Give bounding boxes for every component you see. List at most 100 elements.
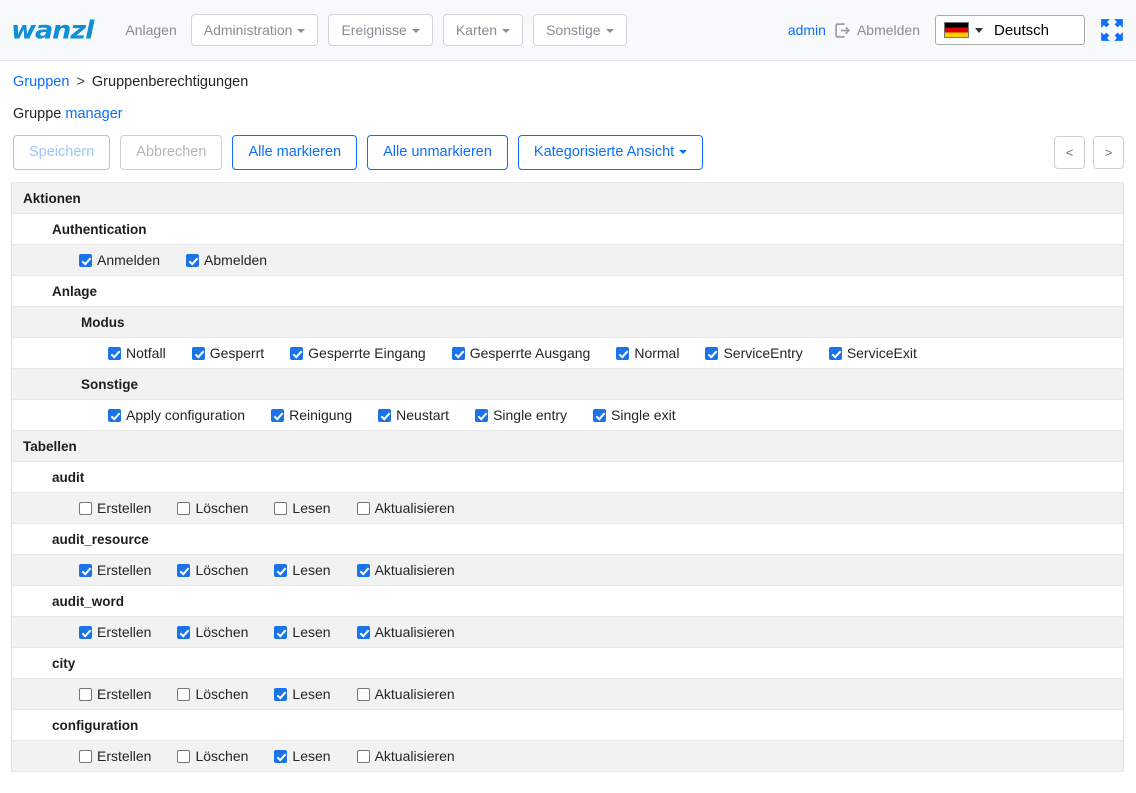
checkbox-label: Apply configuration (126, 407, 246, 424)
checkbox-checked-icon[interactable] (274, 749, 288, 763)
checkbox-item[interactable]: Notfall (108, 345, 166, 361)
checkbox-checked-icon[interactable] (274, 687, 288, 701)
permission-row: Apply configuration Reinigung Neustart Sing… (12, 400, 1123, 432)
checkbox-checked-icon[interactable] (616, 346, 630, 360)
checkbox-item[interactable]: Erstellen (79, 562, 151, 578)
checkbox-label: Löschen (195, 748, 249, 765)
checkbox-item[interactable]: Single exit (593, 407, 676, 423)
nav-link-anlagen[interactable]: Anlagen (115, 16, 186, 44)
checkbox-checked-icon[interactable] (356, 625, 370, 639)
checkbox-item[interactable]: Apply configuration (108, 407, 245, 423)
checkbox-item[interactable]: Abmelden (186, 252, 267, 268)
nav-menu-sonstige[interactable]: Sonstige (533, 13, 627, 47)
checkbox-unchecked-icon[interactable] (177, 687, 191, 701)
checkbox-unchecked-icon[interactable] (356, 501, 370, 515)
group-header: audit (12, 462, 1123, 494)
checkbox-item[interactable]: Lesen (274, 624, 331, 640)
checkbox-checked-icon[interactable] (177, 625, 191, 639)
checkbox-unchecked-icon[interactable] (177, 501, 191, 515)
current-user-link[interactable]: admin (788, 22, 826, 38)
checkbox-item[interactable]: Erstellen (79, 686, 151, 702)
checkbox-checked-icon[interactable] (186, 253, 200, 267)
checkbox-checked-icon[interactable] (274, 625, 288, 639)
logout-icon[interactable] (834, 22, 851, 39)
pagination-controls: < > (1054, 136, 1124, 170)
checkbox-item[interactable]: ServiceEntry (705, 345, 803, 361)
checkbox-item[interactable]: Erstellen (79, 624, 151, 640)
checkbox-item[interactable]: Anmelden (79, 252, 160, 268)
checkbox-checked-icon[interactable] (271, 408, 285, 422)
chevron-down-icon (975, 27, 983, 33)
checkbox-item[interactable]: Aktualisieren (356, 624, 455, 640)
checkbox-item[interactable]: Löschen (177, 500, 248, 516)
subgroup-header: Modus (12, 307, 1123, 339)
checkbox-checked-icon[interactable] (79, 253, 92, 267)
checkbox-checked-icon[interactable] (593, 408, 606, 422)
logout-label[interactable]: Abmelden (857, 22, 920, 38)
checkbox-item[interactable]: Gesperrt (191, 345, 264, 361)
checkbox-item[interactable]: Löschen (177, 748, 248, 764)
checkbox-unchecked-icon[interactable] (356, 687, 370, 701)
checkbox-item[interactable]: Lesen (274, 748, 331, 765)
chevron-down-icon (502, 28, 511, 33)
breadcrumb-link-gruppen[interactable]: Gruppen (13, 74, 69, 90)
checkbox-unchecked-icon[interactable] (356, 749, 370, 763)
checkbox-checked-icon[interactable] (108, 408, 121, 422)
checkbox-item[interactable]: ServiceExit (828, 345, 917, 361)
checkbox-unchecked-icon[interactable] (177, 749, 191, 763)
group-title: Gruppe manager (0, 90, 1136, 122)
select-all-button[interactable]: Alle markieren (232, 135, 358, 171)
checkbox-unchecked-icon[interactable] (79, 687, 92, 701)
checkbox-item[interactable]: Gesperrte Eingang (290, 345, 426, 361)
checkbox-item[interactable]: Aktualisieren (356, 748, 455, 764)
checkbox-checked-icon[interactable] (274, 563, 288, 577)
checkbox-item[interactable]: Lesen (274, 562, 331, 578)
checkbox-checked-icon[interactable] (451, 346, 465, 360)
checkbox-item[interactable]: Löschen (177, 562, 248, 578)
checkbox-checked-icon[interactable] (108, 346, 121, 360)
checkbox-item[interactable]: Erstellen (79, 500, 151, 516)
fullscreen-expand-icon[interactable] (1099, 17, 1125, 43)
checkbox-item[interactable]: Normal (616, 345, 679, 361)
previous-page-button[interactable]: < (1054, 136, 1085, 170)
checkbox-checked-icon[interactable] (828, 346, 842, 360)
checkbox-item[interactable]: Aktualisieren (356, 500, 455, 516)
checkbox-unchecked-icon[interactable] (79, 501, 92, 515)
checkbox-checked-icon[interactable] (177, 563, 191, 577)
checkbox-checked-icon[interactable] (475, 408, 489, 422)
language-selector[interactable]: Deutsch (935, 15, 1085, 45)
checkbox-checked-icon[interactable] (290, 346, 304, 360)
group-label: Gruppe (13, 106, 62, 122)
checkbox-item[interactable]: Aktualisieren (356, 686, 455, 702)
group-name-link[interactable]: manager (65, 106, 122, 122)
checkbox-item[interactable]: Löschen (177, 624, 248, 640)
checkbox-item[interactable]: Erstellen (79, 748, 151, 764)
checkbox-checked-icon[interactable] (705, 346, 719, 360)
nav-menu-karten[interactable]: Karten (442, 13, 524, 47)
checkbox-checked-icon[interactable] (356, 563, 370, 577)
checkbox-checked-icon[interactable] (79, 625, 92, 639)
checkbox-item[interactable]: Gesperrte Ausgang (451, 345, 590, 361)
checkbox-checked-icon[interactable] (378, 408, 392, 422)
cancel-button[interactable]: Abbrechen (120, 135, 223, 171)
permission-row: Erstellen Löschen Lesen Aktualisieren (12, 679, 1123, 711)
checkbox-unchecked-icon[interactable] (274, 501, 288, 515)
checkbox-checked-icon[interactable] (79, 563, 92, 577)
next-page-button[interactable]: > (1093, 136, 1124, 170)
checkbox-item[interactable]: Löschen (177, 686, 248, 702)
nav-menu-administration[interactable]: Administration (190, 13, 319, 47)
save-button[interactable]: Speichern (13, 135, 111, 171)
checkbox-item[interactable]: Reinigung (271, 407, 352, 423)
checkbox-item[interactable]: Aktualisieren (356, 562, 455, 578)
nav-menu-ereignisse[interactable]: Ereignisse (328, 13, 433, 47)
checkbox-label: Lesen (292, 748, 331, 765)
checkbox-item[interactable]: Single entry (475, 407, 567, 423)
checkbox-item[interactable]: Neustart (378, 407, 449, 423)
checkbox-checked-icon[interactable] (191, 346, 205, 360)
checkbox-unchecked-icon[interactable] (79, 749, 92, 763)
view-mode-label: Kategorisierte Ansicht (533, 144, 675, 160)
checkbox-item[interactable]: Lesen (274, 500, 331, 516)
view-mode-dropdown[interactable]: Kategorisierte Ansicht (517, 135, 704, 171)
deselect-all-button[interactable]: Alle unmarkieren (367, 135, 508, 171)
checkbox-item[interactable]: Lesen (274, 686, 331, 702)
